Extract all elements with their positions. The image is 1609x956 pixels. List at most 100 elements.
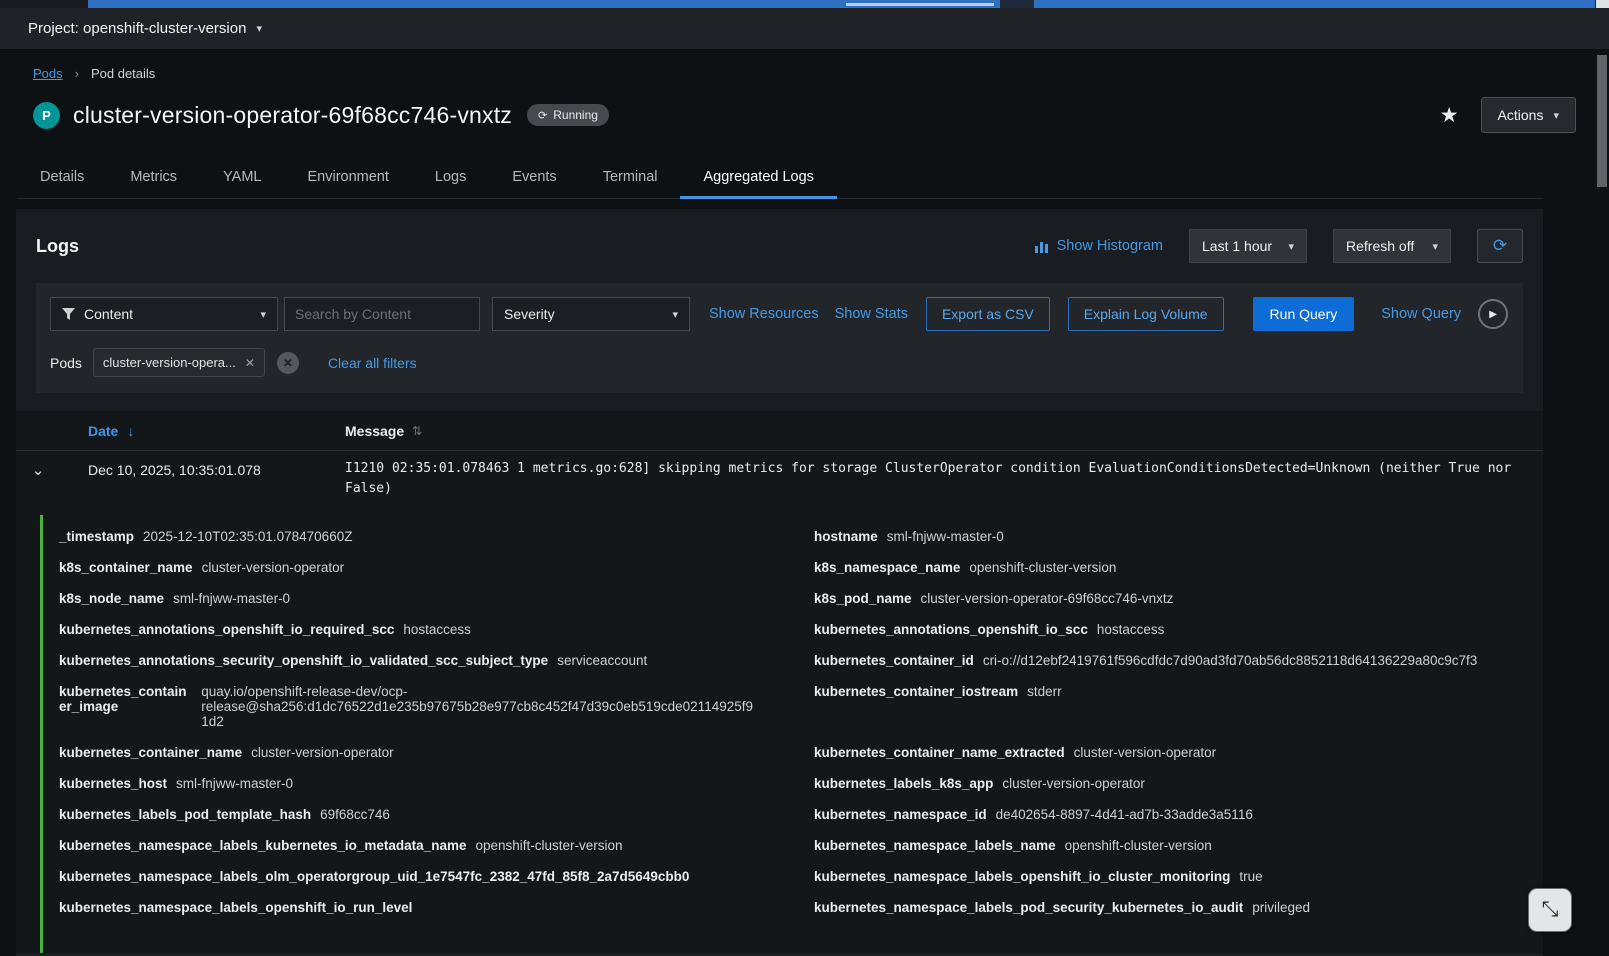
run-query-button[interactable]: Run Query [1252, 297, 1355, 331]
detail-value: 69f68cc746 [320, 807, 390, 823]
detail-value: privileged [1252, 900, 1310, 916]
detail-key: _timestamp [59, 529, 135, 545]
refresh-now-button[interactable]: ⟳ [1477, 229, 1523, 263]
page-title: cluster-version-operator-69f68cc746-vnxt… [73, 101, 513, 128]
clear-all-filters-link[interactable]: Clear all filters [328, 355, 417, 371]
tab-events[interactable]: Events [489, 159, 579, 198]
detail-cell: kubernetes_labels_k8s_app cluster-versio… [814, 768, 1513, 799]
detail-cell: kubernetes_namespace_labels_kubernetes_i… [59, 830, 758, 861]
detail-cell: kubernetes_container_name cluster-versio… [59, 737, 758, 768]
expanded-log-details: _timestamp 2025-12-10T02:35:01.078470660… [40, 515, 1543, 954]
tab-environment[interactable]: Environment [284, 159, 411, 198]
page-scrollbar[interactable] [1597, 55, 1607, 187]
detail-cell: kubernetes_annotations_openshift_io_scc … [814, 614, 1513, 645]
tab-metrics[interactable]: Metrics [107, 159, 200, 198]
content-search-input[interactable] [284, 297, 480, 331]
logs-section-title: Logs [36, 235, 79, 256]
show-histogram-link[interactable]: Show Histogram [1034, 238, 1163, 254]
stream-play-button[interactable]: ▶ [1478, 299, 1509, 329]
detail-key: kubernetes_namespace_labels_pod_security… [814, 900, 1244, 916]
clipped-top-chrome [0, 0, 1609, 8]
favorite-star-icon[interactable]: ★ [1440, 103, 1459, 128]
filter-group-close-icon[interactable]: ✕ [276, 351, 299, 374]
severity-filter-value: Severity [504, 306, 555, 322]
detail-value: 2025-12-10T02:35:01.078470660Z [143, 529, 353, 545]
sort-descending-icon: ↓ [127, 422, 135, 439]
tab-aggregated-logs[interactable]: Aggregated Logs [680, 159, 838, 199]
clipped-chrome-text-fragment [846, 3, 994, 6]
detail-value: sml-fnjww-master-0 [176, 776, 294, 792]
logs-toolbar: Logs Show Histogram Last 1 hour ▾ Refres… [16, 209, 1543, 279]
histogram-icon [1034, 241, 1048, 253]
detail-cell: kubernetes_container_iostream stderr [814, 676, 1513, 737]
sync-icon: ⟳ [538, 109, 548, 122]
detail-cell: k8s_namespace_name openshift-cluster-ver… [814, 552, 1513, 583]
aggregated-logs-panel: Logs Show Histogram Last 1 hour ▾ Refres… [16, 209, 1543, 956]
detail-value: openshift-cluster-version [969, 560, 1117, 576]
detail-value: sml-fnjww-master-0 [173, 591, 291, 607]
detail-key: kubernetes_namespace_labels_name [814, 838, 1056, 854]
caret-down-icon: ▾ [1553, 109, 1559, 122]
detail-cell: k8s_container_name cluster-version-opera… [59, 552, 758, 583]
log-row[interactable]: ⌄ Dec 10, 2025, 10:35:01.078 I1210 02:35… [16, 451, 1543, 503]
pod-filter-chip-label: cluster-version-opera... [102, 355, 236, 370]
message-header-label: Message [345, 422, 405, 439]
refresh-interval-dropdown[interactable]: Refresh off ▾ [1333, 229, 1451, 263]
attribute-filter-value: Content [84, 306, 134, 322]
status-badge: ⟳ Running [527, 104, 609, 126]
breadcrumb-pods-link[interactable]: Pods [33, 66, 63, 81]
message-column-header[interactable]: Message ⇅ [345, 423, 1543, 439]
show-query-link[interactable]: Show Query [1381, 306, 1461, 322]
tab-terminal[interactable]: Terminal [580, 159, 681, 198]
project-bar: Project: openshift-cluster-version ▾ [0, 8, 1609, 50]
actions-button[interactable]: Actions ▾ [1480, 97, 1576, 133]
page-header: P cluster-version-operator-69f68cc746-vn… [33, 97, 1576, 133]
detail-value: hostaccess [403, 622, 471, 638]
date-column-header[interactable]: Date ↓ [60, 423, 345, 439]
detail-key: kubernetes_annotations_security_openshif… [59, 653, 549, 669]
detail-cell: k8s_pod_name cluster-version-operator-69… [814, 583, 1513, 614]
log-row-date: Dec 10, 2025, 10:35:01.078 [88, 462, 261, 478]
detail-cell: kubernetes_namespace_labels_name openshi… [814, 830, 1513, 861]
time-range-value: Last 1 hour [1202, 238, 1273, 254]
log-row-message: I1210 02:35:01.078463 1 metrics.go:628] … [345, 461, 1512, 497]
clipped-chrome-corner [1596, 0, 1609, 8]
detail-value: openshift-cluster-version [1064, 838, 1212, 854]
row-expand-chevron-icon[interactable]: ⌄ [32, 462, 45, 479]
active-filters-row: Pods cluster-version-opera... ✕ ✕ Clear … [50, 348, 1509, 377]
detail-cell: _timestamp 2025-12-10T02:35:01.078470660… [59, 521, 758, 552]
detail-cell: kubernetes_host sml-fnjww-master-0 [59, 768, 758, 799]
detail-cell: hostname sml-fnjww-master-0 [814, 521, 1513, 552]
caret-down-icon: ▾ [1432, 240, 1438, 253]
detail-value: cri-o://d12ebf2419761f596cdfdc7d90ad3fd7… [982, 653, 1478, 669]
show-stats-link[interactable]: Show Stats [835, 306, 908, 322]
filter-group-label: Pods [50, 354, 82, 371]
detail-value: serviceaccount [557, 653, 648, 669]
actions-label: Actions [1497, 107, 1544, 123]
detail-value: quay.io/openshift-release-dev/ocp-releas… [201, 684, 753, 730]
detail-value: cluster-version-operator-69f68cc746-vnxt… [920, 591, 1174, 607]
project-selector[interactable]: Project: openshift-cluster-version [28, 20, 246, 37]
export-csv-button[interactable]: Export as CSV [925, 297, 1050, 331]
filter-funnel-icon [62, 308, 75, 320]
detail-key: kubernetes_namespace_labels_kubernetes_i… [59, 838, 467, 854]
severity-filter-dropdown[interactable]: Severity ▾ [492, 297, 690, 331]
attribute-filter-dropdown[interactable]: Content ▾ [50, 297, 278, 331]
show-resources-link[interactable]: Show Resources [709, 306, 819, 322]
pod-filter-chip: cluster-version-opera... ✕ [92, 348, 265, 377]
detail-value: sml-fnjww-master-0 [886, 529, 1004, 545]
breadcrumb-current: Pod details [90, 66, 156, 81]
detail-key: k8s_node_name [59, 591, 165, 607]
time-range-dropdown[interactable]: Last 1 hour ▾ [1189, 229, 1307, 263]
tab-yaml[interactable]: YAML [200, 159, 284, 198]
tab-details[interactable]: Details [17, 159, 107, 198]
tab-logs[interactable]: Logs [412, 159, 489, 198]
detail-key: kubernetes_host [59, 776, 168, 792]
refresh-icon: ⟳ [1492, 236, 1508, 255]
clipped-chrome-blue-bar [88, 0, 1595, 8]
explain-log-volume-button[interactable]: Explain Log Volume [1067, 297, 1224, 331]
caret-down-icon: ▾ [256, 23, 262, 35]
chip-close-icon[interactable]: ✕ [245, 356, 255, 370]
detail-cell: kubernetes_annotations_security_openshif… [59, 645, 758, 676]
detail-key: kubernetes_annotations_openshift_io_scc [814, 622, 1088, 638]
